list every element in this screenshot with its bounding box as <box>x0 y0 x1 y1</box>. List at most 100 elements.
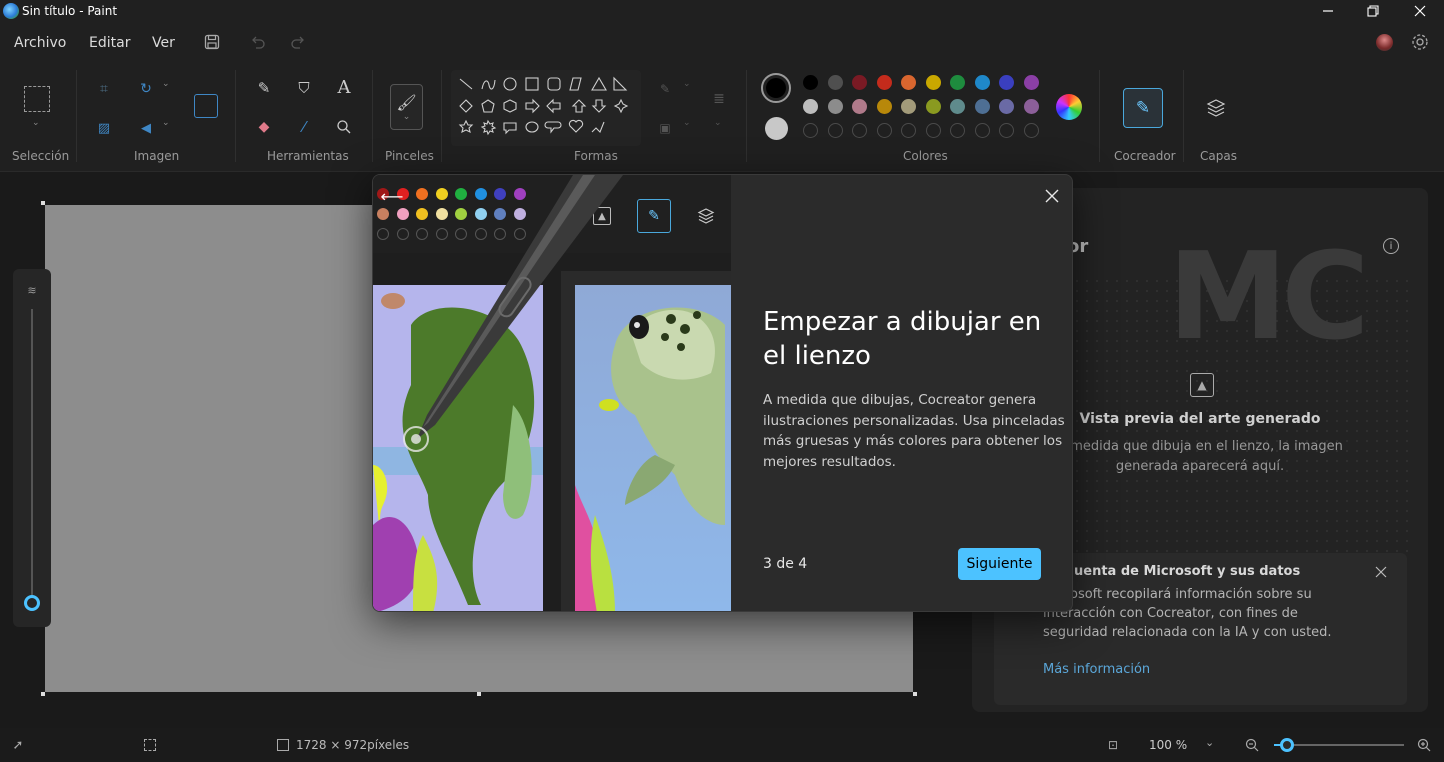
selection-tool-icon[interactable] <box>24 86 50 112</box>
settings-gear-icon[interactable] <box>1410 32 1430 52</box>
group-label-capas: Capas <box>1200 149 1237 163</box>
palette-color-swatch[interactable] <box>974 75 990 90</box>
empty-color-slot[interactable] <box>974 123 990 138</box>
chevron-down-icon[interactable]: ⌄ <box>162 79 170 89</box>
watermark: MC <box>1168 228 1369 367</box>
slider-thumb[interactable] <box>24 595 40 611</box>
menu-ver[interactable]: Ver <box>152 35 175 51</box>
primary-color-swatch[interactable] <box>761 73 791 103</box>
chevron-down-icon[interactable]: ⌄ <box>714 118 722 128</box>
resize-handle[interactable] <box>41 201 45 205</box>
flip-icon[interactable]: ◀ <box>137 119 155 137</box>
chevron-down-icon[interactable]: ⌄ <box>32 118 40 128</box>
zoom-out-icon[interactable] <box>1244 737 1260 753</box>
empty-color-slot[interactable] <box>950 123 965 138</box>
close-notice-icon[interactable] <box>1373 564 1389 580</box>
illustration: ▲ ✎ ⟵ <box>373 175 731 611</box>
cocreator-icon[interactable]: ✎ <box>1123 88 1163 128</box>
stroke-size-icon: ≋ <box>27 283 37 297</box>
remove-background-icon[interactable]: ▨ <box>95 119 113 137</box>
image-generator-icon[interactable] <box>194 94 218 118</box>
fit-to-window-icon[interactable]: ⊡ <box>1104 737 1122 753</box>
palette-color-swatch[interactable] <box>852 99 867 114</box>
palette-color-swatch[interactable] <box>901 75 916 90</box>
text-tool-icon[interactable]: A <box>334 76 354 98</box>
dialog-body-line: ilustraciones personalizadas. Usa pincel… <box>763 412 1065 429</box>
palette-color-swatch[interactable] <box>950 99 965 114</box>
palette-color-swatch[interactable] <box>876 99 892 114</box>
crop-icon[interactable]: ⌗ <box>95 80 113 98</box>
empty-color-slot[interactable] <box>827 123 843 138</box>
notice-title: uenta de Microsoft y sus datos <box>1074 564 1301 579</box>
empty-color-slot[interactable] <box>999 123 1014 138</box>
zoom-dropdown[interactable]: 100 % ⌄ <box>1137 732 1229 758</box>
magnifier-icon[interactable] <box>334 117 354 137</box>
divider <box>1099 70 1100 162</box>
palette-color-swatch[interactable] <box>876 75 892 90</box>
empty-color-slot[interactable] <box>852 123 867 138</box>
palette-color-swatch[interactable] <box>901 99 916 114</box>
palette-color-swatch[interactable] <box>925 99 941 114</box>
shape-outline-icon[interactable]: ✎ <box>656 80 674 98</box>
resize-handle[interactable] <box>477 692 481 696</box>
palette-color-swatch[interactable] <box>1023 99 1039 114</box>
slider-track[interactable] <box>31 309 33 609</box>
account-avatar[interactable] <box>1376 34 1393 51</box>
edit-colors-icon[interactable] <box>1056 94 1082 120</box>
zoom-in-icon[interactable] <box>1416 737 1432 753</box>
secondary-color-swatch[interactable] <box>765 117 788 140</box>
back-arrow-icon[interactable]: ⟵ <box>381 185 404 207</box>
close-dialog-button[interactable] <box>1041 185 1063 207</box>
notice-text: osoft recopilará información sobre su <box>1070 587 1312 602</box>
undo-icon[interactable] <box>248 32 268 52</box>
zoom-slider-thumb[interactable] <box>1280 738 1294 752</box>
menu-archivo[interactable]: Archivo <box>14 35 66 51</box>
menu-editar[interactable]: Editar <box>89 35 130 51</box>
empty-color-slot[interactable] <box>803 123 818 138</box>
color-picker-icon[interactable]: ⁄ <box>294 117 314 137</box>
info-icon[interactable]: i <box>1383 238 1399 254</box>
group-label-pinceles: Pinceles <box>385 149 434 163</box>
layers-icon[interactable] <box>1204 96 1228 120</box>
palette-color-swatch[interactable] <box>827 99 843 114</box>
close-window-button[interactable] <box>1397 0 1443 22</box>
next-button[interactable]: Siguiente <box>958 548 1041 580</box>
chevron-down-icon[interactable]: ⌄ <box>683 118 691 128</box>
restore-button[interactable] <box>1350 0 1396 22</box>
palette-color-swatch[interactable] <box>999 99 1014 114</box>
notice-text: interacción con Cocreator, con fines de <box>1043 606 1298 621</box>
line-size-icon[interactable]: ≣ <box>706 90 732 108</box>
palette-color-swatch[interactable] <box>803 99 818 114</box>
brush-size-slider-panel: ≋ <box>13 269 51 627</box>
canvas-size-text: 1728 × 972píxeles <box>296 738 410 752</box>
zoom-slider-track[interactable] <box>1274 738 1404 752</box>
empty-color-slot[interactable] <box>901 123 916 138</box>
ribbon-toolbar: ⌄ Selección ⌗ ↻ ⌄ ▨ ◀ ⌄ Imagen ✎ ⛉ A ◆ ⁄… <box>0 64 1444 172</box>
palette-color-swatch[interactable] <box>1023 75 1039 90</box>
resize-handle[interactable] <box>41 692 45 696</box>
shape-fill-icon[interactable]: ▣ <box>656 119 674 137</box>
more-info-link[interactable]: Más información <box>1043 662 1150 677</box>
eraser-icon[interactable]: ◆ <box>254 117 274 137</box>
empty-color-slot[interactable] <box>1023 123 1039 138</box>
chevron-down-icon[interactable]: ⌄ <box>162 118 170 128</box>
resize-handle[interactable] <box>913 692 917 696</box>
palette-color-swatch[interactable] <box>827 75 843 90</box>
rotate-icon[interactable]: ↻ <box>137 80 155 98</box>
palette-color-swatch[interactable] <box>925 75 941 90</box>
empty-color-slot[interactable] <box>925 123 941 138</box>
palette-color-swatch[interactable] <box>950 75 965 90</box>
redo-icon[interactable] <box>288 32 308 52</box>
pencil-icon[interactable]: ✎ <box>254 78 274 98</box>
save-icon[interactable] <box>202 32 222 52</box>
chevron-down-icon[interactable]: ⌄ <box>683 79 691 89</box>
brushes-icon[interactable]: 🖌 ⌄ <box>390 84 423 130</box>
divider <box>235 70 236 162</box>
palette-color-swatch[interactable] <box>974 99 990 114</box>
empty-color-slot[interactable] <box>876 123 892 138</box>
palette-color-swatch[interactable] <box>999 75 1014 90</box>
minimize-button[interactable] <box>1305 0 1351 22</box>
fill-bucket-icon[interactable]: ⛉ <box>294 78 314 98</box>
palette-color-swatch[interactable] <box>803 75 818 90</box>
palette-color-swatch[interactable] <box>852 75 867 90</box>
